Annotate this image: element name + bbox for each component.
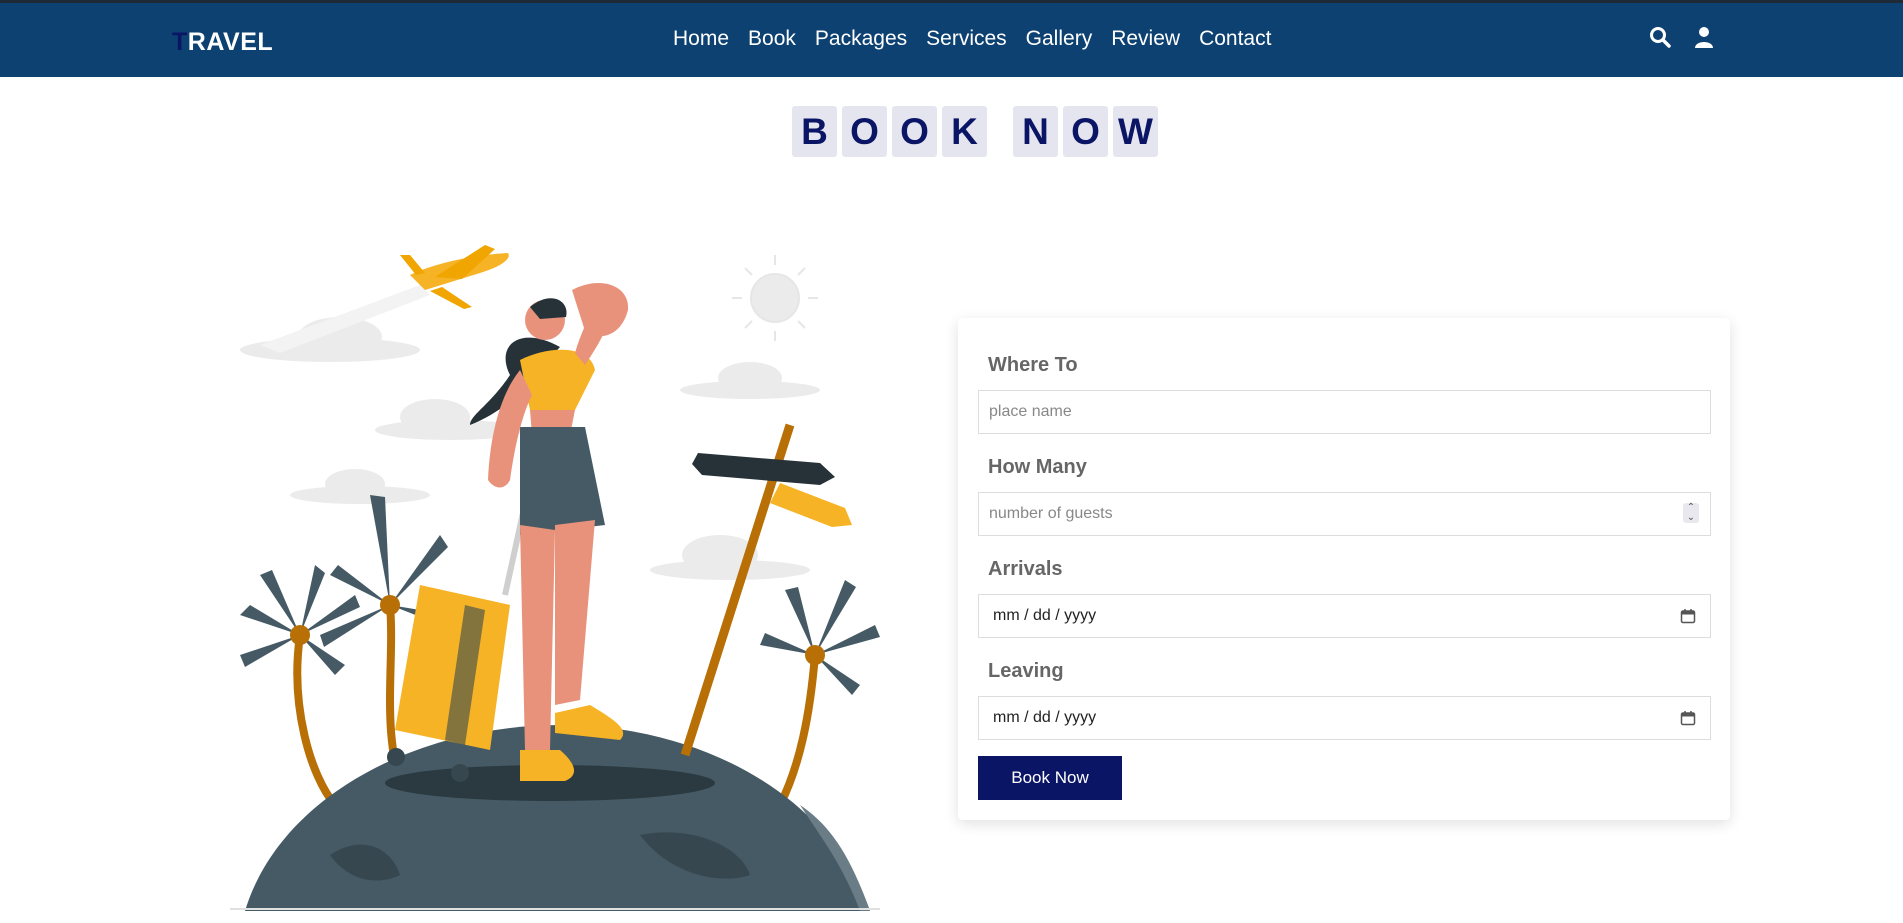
- traveler-illustration: [230, 245, 880, 911]
- calendar-icon[interactable]: [1680, 608, 1696, 624]
- nav-book[interactable]: Book: [748, 27, 796, 51]
- top-navbar: TRAVEL Home Book Packages Services Galle…: [0, 0, 1903, 77]
- airplane: [260, 245, 509, 353]
- how-many-input[interactable]: [978, 492, 1711, 536]
- booking-form: Where To How Many ⌃⌄ Arrivals mm / dd / …: [958, 318, 1730, 820]
- arrivals-label: Arrivals: [988, 558, 1063, 580]
- heading-letter: O: [892, 106, 937, 157]
- book-now-button[interactable]: Book Now: [978, 756, 1122, 800]
- logo-text: RAVEL: [187, 28, 274, 56]
- header-icons: [1648, 25, 1716, 49]
- heading-letter-space: [992, 106, 1008, 157]
- calendar-icon[interactable]: [1680, 710, 1696, 726]
- heading-letter: N: [1013, 106, 1058, 157]
- heading-letter: O: [842, 106, 887, 157]
- sun: [732, 255, 818, 341]
- where-to-label: Where To: [988, 354, 1078, 376]
- heading-letter: K: [942, 106, 987, 157]
- heading-letter: B: [792, 106, 837, 157]
- signpost: [680, 423, 852, 757]
- book-now-heading: B O O K N O W: [0, 106, 1903, 157]
- nav-home[interactable]: Home: [673, 27, 729, 51]
- search-icon[interactable]: [1648, 25, 1672, 49]
- where-to-input[interactable]: [978, 390, 1711, 434]
- main-nav: Home Book Packages Services Gallery Revi…: [673, 27, 1290, 51]
- arrivals-date-input[interactable]: mm / dd / yyyy: [978, 594, 1711, 638]
- leaving-date-input[interactable]: mm / dd / yyyy: [978, 696, 1711, 740]
- heading-letter: W: [1113, 106, 1158, 157]
- heading-letter: O: [1063, 106, 1108, 157]
- nav-review[interactable]: Review: [1111, 27, 1180, 51]
- how-many-wrapper: ⌃⌄: [958, 492, 1730, 536]
- arrivals-date-text: mm / dd / yyyy: [993, 607, 1097, 624]
- nav-services[interactable]: Services: [926, 27, 1007, 51]
- leaving-label: Leaving: [988, 660, 1064, 682]
- logo[interactable]: TRAVEL: [172, 28, 273, 57]
- how-many-label: How Many: [988, 456, 1087, 478]
- logo-first-letter: T: [172, 28, 188, 56]
- leaving-date-text: mm / dd / yyyy: [993, 709, 1097, 726]
- number-spinner[interactable]: ⌃ ⌄: [1683, 503, 1699, 523]
- user-icon[interactable]: [1692, 25, 1716, 49]
- nav-packages[interactable]: Packages: [815, 27, 907, 51]
- nav-gallery[interactable]: Gallery: [1026, 27, 1093, 51]
- nav-contact[interactable]: Contact: [1199, 27, 1271, 51]
